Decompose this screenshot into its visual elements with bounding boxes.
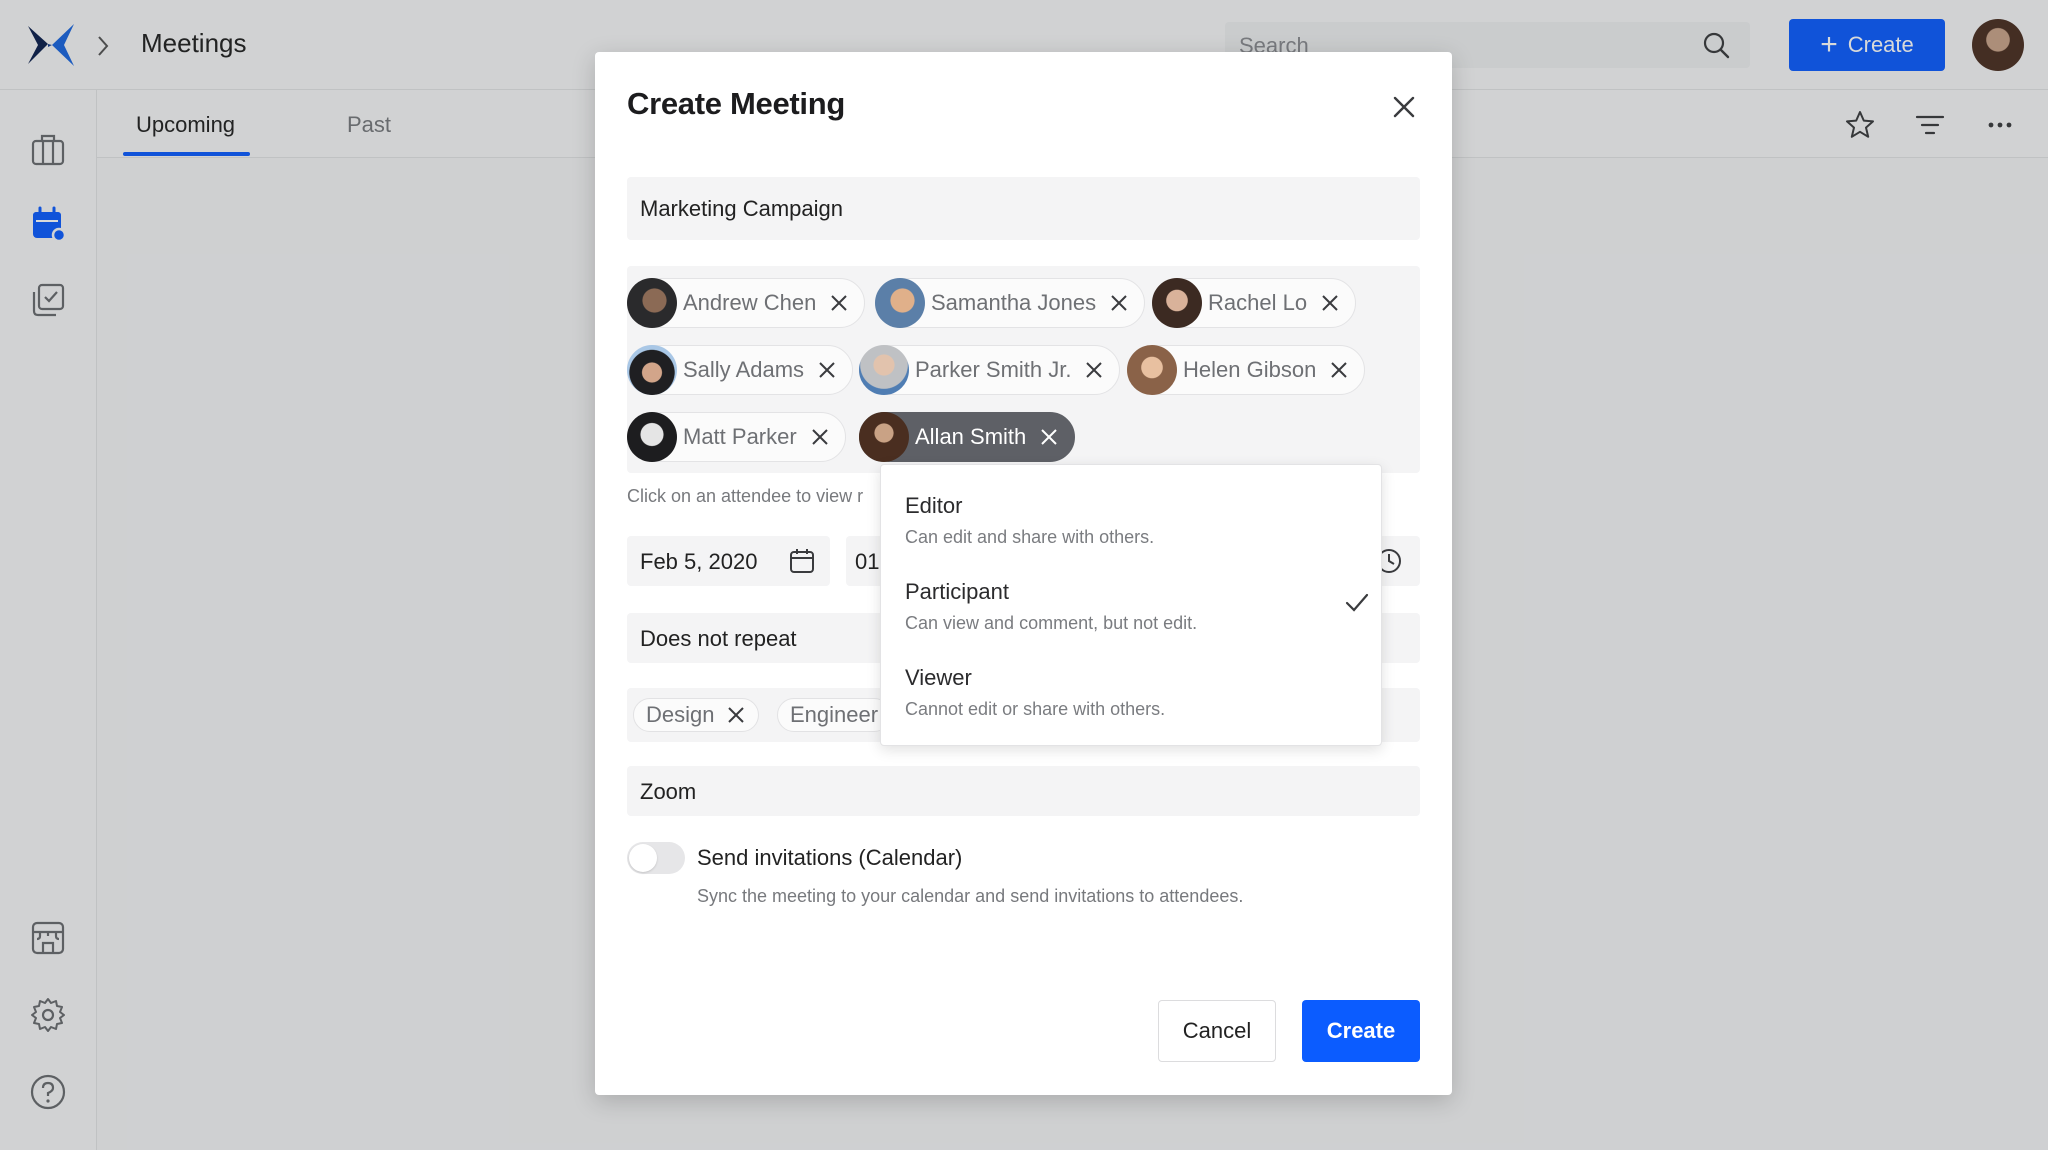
tag-label: Design bbox=[646, 702, 715, 727]
attendee-name: Matt Parker bbox=[683, 424, 797, 449]
attendee-chip[interactable]: Helen Gibson bbox=[1127, 345, 1366, 395]
attendee-chip[interactable]: Samantha Jones bbox=[875, 278, 1146, 328]
attendee-chip[interactable]: Matt Parker bbox=[627, 412, 846, 462]
avatar bbox=[627, 278, 677, 328]
repeat-value: Does not repeat bbox=[640, 626, 797, 651]
create-meeting-button[interactable]: Create bbox=[1302, 1000, 1420, 1062]
remove-icon[interactable] bbox=[1328, 359, 1350, 381]
remove-icon[interactable] bbox=[809, 426, 831, 448]
tag-chip[interactable]: Design bbox=[633, 698, 760, 732]
remove-icon[interactable] bbox=[1319, 292, 1341, 314]
attendee-name: Allan Smith bbox=[915, 424, 1027, 449]
attendee-helper-text: Click on an attendee to view r bbox=[627, 486, 864, 506]
role-option-description: Can view and comment, but not edit. bbox=[905, 613, 1198, 633]
date-input[interactable]: Feb 5, 2020 bbox=[627, 536, 830, 586]
cancel-button[interactable]: Cancel bbox=[1158, 1000, 1276, 1062]
role-option-editor[interactable]: Editor Can edit and share with others. bbox=[881, 493, 1381, 579]
avatar bbox=[859, 412, 909, 462]
avatar bbox=[1127, 345, 1177, 395]
avatar bbox=[859, 345, 909, 395]
role-option-participant[interactable]: Participant Can view and comment, but no… bbox=[881, 579, 1381, 665]
remove-icon[interactable] bbox=[1108, 292, 1130, 314]
remove-icon[interactable] bbox=[816, 359, 838, 381]
attendee-name: Rachel Lo bbox=[1208, 290, 1308, 315]
attendee-chip[interactable]: Parker Smith Jr. bbox=[859, 345, 1121, 395]
remove-icon[interactable] bbox=[1083, 359, 1105, 381]
attendee-chip[interactable]: Sally Adams bbox=[627, 345, 854, 395]
role-option-label: Editor bbox=[905, 493, 963, 518]
location-input[interactable]: Zoom bbox=[627, 766, 1420, 816]
dialog-title: Create Meeting bbox=[627, 86, 846, 121]
attendee-name: Andrew Chen bbox=[683, 290, 817, 315]
checkmark-icon bbox=[1345, 593, 1369, 612]
attendee-name: Sally Adams bbox=[683, 357, 805, 382]
date-value: Feb 5, 2020 bbox=[640, 549, 758, 574]
tag-chip[interactable]: Engineer bbox=[777, 698, 892, 732]
time-value: 01 bbox=[855, 549, 880, 574]
role-option-label: Participant bbox=[905, 579, 1009, 604]
send-invitations-label: Send invitations (Calendar) bbox=[697, 845, 963, 870]
role-option-description: Can edit and share with others. bbox=[905, 527, 1155, 547]
role-option-viewer[interactable]: Viewer Cannot edit or share with others. bbox=[881, 665, 1381, 751]
meeting-name-value: Marketing Campaign bbox=[640, 196, 843, 221]
attendees-field[interactable]: Andrew Chen Samantha Jones Rachel Lo Sal… bbox=[627, 266, 1420, 473]
role-dropdown-menu: Editor Can edit and share with others. P… bbox=[880, 464, 1382, 746]
location-value: Zoom bbox=[640, 779, 697, 804]
send-invitations-toggle[interactable] bbox=[627, 842, 685, 874]
remove-icon[interactable] bbox=[1038, 426, 1060, 448]
avatar bbox=[875, 278, 925, 328]
avatar bbox=[627, 412, 677, 462]
calendar-icon[interactable] bbox=[787, 546, 817, 576]
attendee-name: Parker Smith Jr. bbox=[915, 357, 1072, 382]
send-invitations-description: Sync the meeting to your calendar and se… bbox=[697, 886, 1244, 906]
close-icon[interactable] bbox=[1385, 88, 1423, 126]
attendee-name: Helen Gibson bbox=[1183, 357, 1317, 382]
role-option-description: Cannot edit or share with others. bbox=[905, 699, 1166, 719]
meeting-name-input[interactable]: Marketing Campaign bbox=[627, 177, 1420, 240]
role-option-label: Viewer bbox=[905, 665, 972, 690]
attendee-chip-selected[interactable]: Allan Smith bbox=[859, 412, 1076, 462]
remove-icon[interactable] bbox=[828, 292, 850, 314]
avatar bbox=[627, 345, 677, 395]
remove-icon[interactable] bbox=[726, 705, 746, 725]
attendee-chip[interactable]: Andrew Chen bbox=[627, 278, 866, 328]
attendee-name: Samantha Jones bbox=[931, 290, 1097, 315]
toggle-knob bbox=[629, 844, 657, 872]
attendee-chip[interactable]: Rachel Lo bbox=[1152, 278, 1357, 328]
tag-label: Engineer bbox=[790, 702, 879, 727]
avatar bbox=[1152, 278, 1202, 328]
